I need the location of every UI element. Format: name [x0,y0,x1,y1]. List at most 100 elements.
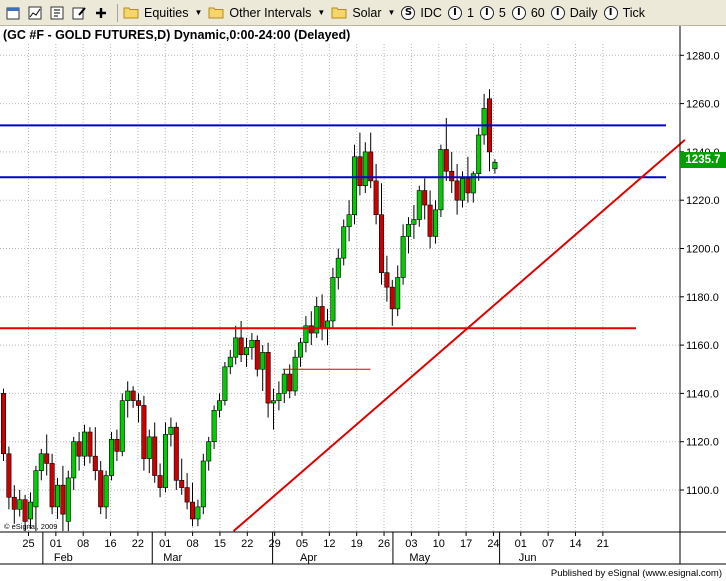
interval-icon: I [603,5,618,20]
other-intervals-dropdown[interactable]: Other Intervals ▼ [208,3,325,23]
candle-body [492,161,498,170]
candle-body [17,499,23,510]
source-icon: S [401,5,416,20]
candle-body [11,496,17,510]
time-axis-label: 21 [597,538,609,550]
candle-body [200,460,206,508]
new-window-icon[interactable] [4,4,22,22]
interval-icon: I [550,5,565,20]
price-axis-label: 1100.0 [686,485,719,497]
time-axis-label: 01 [50,538,62,550]
candle-body [173,426,179,481]
time-axis-label: 19 [351,538,363,550]
candle-body [146,436,152,459]
candle-body [449,170,455,182]
candle-body [459,178,465,201]
candle-body [65,477,71,522]
candle-body [346,214,352,228]
candle-body [341,226,347,259]
interval-1-button[interactable]: I 1 [447,3,474,23]
chevron-down-icon: ▼ [387,8,396,17]
toolbar-separator [117,3,118,22]
chart-title: (GC #F - GOLD FUTURES,D) Dynamic,0:00-24… [3,28,351,42]
time-axis-label: 01 [159,538,171,550]
candle-body [27,501,33,520]
tick-button[interactable]: I Tick [603,3,646,23]
time-axis-label: 08 [77,538,89,550]
candle-body [324,320,330,329]
candle-body [179,480,185,488]
candle-body [416,190,422,220]
candle-body [6,453,12,498]
candle-body [427,204,433,237]
time-axis-label: 29 [269,538,281,550]
interval-5-button[interactable]: I 5 [479,3,506,23]
candle-body [136,400,142,406]
interval-5-label: 5 [498,5,506,20]
other-intervals-label: Other Intervals [229,5,312,20]
candle-body [71,441,77,479]
footer-credit: Published by eSignal (www.esignal.com) [550,568,722,579]
candle-body [125,390,131,401]
time-axis-label: 10 [433,538,445,550]
copyright-watermark: © eSignal, 2009 [4,522,58,531]
candle-body [163,434,169,488]
candle-body [270,400,276,404]
chart-toolbar: Equities ▼ Other Intervals ▼ Solar ▼ S I… [0,0,726,26]
time-axis-label: 03 [405,538,417,550]
candle-body [233,337,239,358]
folder-icon [331,6,347,19]
solar-dropdown[interactable]: Solar ▼ [331,3,395,23]
candle-body [378,214,384,273]
add-symbol-icon[interactable] [92,4,110,22]
tick-label: Tick [622,5,646,20]
edit-page-icon[interactable] [70,4,88,22]
candles-layer [0,89,498,532]
price-axis-label: 1260.0 [686,99,720,111]
candle-body [82,431,88,457]
candle-body [109,438,115,476]
candle-body [114,438,120,452]
candle-body [168,426,174,435]
chart-panel[interactable]: 1100.0 1120.0 1140.0 1160.0 1180.0 1200.0 1220… [0,26,726,581]
month-label: May [409,552,430,564]
candle-body [244,347,250,356]
candle-body [217,400,223,411]
idc-button[interactable]: S IDC [401,3,442,23]
candle-body [400,236,406,278]
candle-body [38,453,44,471]
quote-window-icon[interactable] [48,4,66,22]
candle-body [87,431,93,457]
month-label: Jun [519,552,537,564]
candle-body [395,277,401,310]
time-axis-label: 14 [569,538,581,550]
candle-body [384,272,390,288]
time-axis-label: 07 [542,538,554,550]
candle-body [292,356,298,392]
month-label: Feb [54,552,73,564]
candle-body [432,209,438,237]
last-price-badge: 1235.7 [680,152,726,168]
price-axis-label: 1280.0 [686,50,720,62]
grid-layer [0,44,680,532]
candle-body [357,156,363,187]
chevron-down-icon: ▼ [194,8,203,17]
candle-body [335,257,341,278]
candle-body [54,484,60,508]
time-axis-label: 22 [132,538,144,550]
candle-body [438,149,444,211]
candle-body [362,151,368,187]
lines-layer [0,124,686,532]
candle-body [238,337,244,356]
candle-body [206,441,212,462]
daily-button[interactable]: I Daily [550,3,598,23]
equities-dropdown[interactable]: Equities ▼ [123,3,202,23]
candle-body [157,475,163,488]
interval-icon: I [479,5,494,20]
chart-window-icon[interactable] [26,4,44,22]
price-axis-label: 1220.0 [686,195,720,207]
time-axis-label: 16 [104,538,116,550]
price-chart[interactable]: 1100.0 1120.0 1140.0 1160.0 1180.0 1200.0 1220… [0,26,726,581]
time-axis-label: 24 [487,538,499,550]
interval-60-button[interactable]: I 60 [511,3,545,23]
